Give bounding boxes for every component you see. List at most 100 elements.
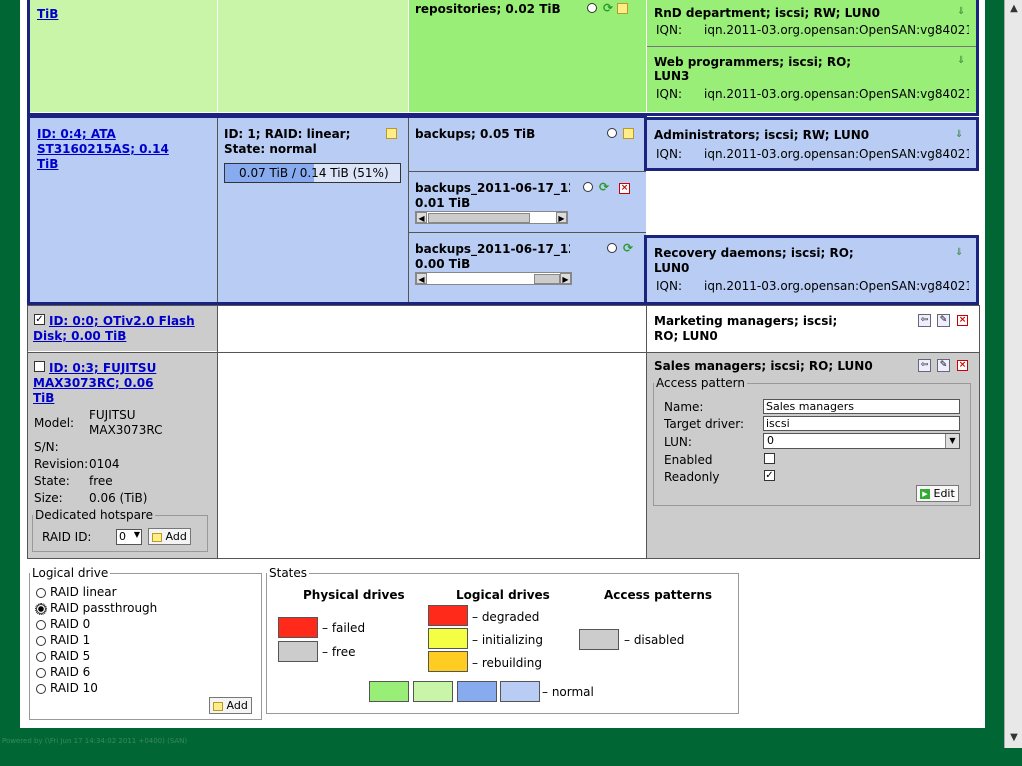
swatch-normal-3 — [457, 681, 497, 702]
iqn-label: IQN: — [656, 279, 683, 293]
raid-option-label: RAID 10 — [50, 681, 98, 695]
legend-free: – free — [322, 645, 356, 659]
logical-drive-add-button[interactable]: Add — [209, 697, 252, 714]
size-label: Size: — [34, 491, 63, 505]
swatch-rebuilding — [428, 651, 468, 672]
ap-sales: Sales managers; iscsi; RO; LUN0 ⇦ ✎ × Ac… — [647, 353, 979, 558]
raid-option-label: RAID 5 — [50, 649, 91, 663]
page-content: TiB repositories; 0.02 TiB ⟳ RnD departm… — [20, 0, 985, 728]
readonly-checkbox[interactable]: ✓ — [764, 470, 775, 481]
size-value: 0.06 (TiB) — [89, 491, 148, 505]
add-label: Add — [165, 530, 187, 543]
swatch-normal-4 — [500, 681, 540, 702]
ap-title-sales: Sales managers; iscsi; RO; LUN0 — [654, 359, 873, 373]
iqn-value: iqn.2011-03.org.opensan:OpenSAN:vg840213… — [704, 147, 969, 161]
edit-icon[interactable]: ✎ — [937, 359, 950, 372]
access-patterns-title: Access patterns — [604, 588, 713, 602]
sn-label: S/N: — [34, 440, 59, 454]
raid-option[interactable]: RAID 10 — [36, 681, 98, 695]
raid-id-label: RAID ID: — [42, 530, 92, 544]
lun-value: 0 — [767, 434, 774, 447]
raid-option-radio[interactable] — [36, 683, 46, 694]
target-driver-input[interactable] — [763, 416, 960, 431]
revision-value: 0104 — [89, 457, 120, 471]
raid-option-radio[interactable] — [36, 651, 46, 662]
legend-failed: – failed — [322, 621, 366, 635]
drive-link-03[interactable]: ID: 0:3; FUJITSU MAX3073RC; 0.06 TiB — [33, 361, 173, 406]
raid-id-value: 0 — [119, 530, 126, 543]
group-frame-04 — [27, 115, 647, 305]
ap-recovery: Recovery daemons; iscsi; RO; LUN0 ⇓ IQN:… — [644, 235, 979, 305]
legend-degraded: – degraded — [472, 610, 540, 624]
legend-normal: – normal — [542, 685, 594, 699]
arrow-down-icon[interactable]: ⇓ — [955, 247, 963, 258]
raid-option-label: RAID linear — [50, 585, 117, 599]
raid-option-radio[interactable] — [36, 619, 46, 630]
swatch-degraded — [428, 605, 468, 626]
lun-label: LUN: — [664, 435, 692, 449]
raid-option[interactable]: RAID 6 — [36, 665, 90, 679]
delete-icon[interactable]: × — [957, 360, 968, 371]
enabled-checkbox[interactable] — [764, 453, 775, 464]
raid-option-radio[interactable] — [36, 667, 46, 678]
logical-drives-title: Logical drives — [456, 588, 550, 602]
hotspare-add-button[interactable]: Add — [148, 528, 191, 545]
legend-disabled: – disabled — [624, 633, 685, 647]
raid-option-label: RAID 0 — [50, 617, 91, 631]
raid-id-select[interactable]: 0 ▼ — [116, 529, 142, 545]
revision-label: Revision: — [34, 457, 89, 471]
access-pattern-legend: Access pattern — [656, 376, 745, 390]
add-icon — [152, 532, 162, 542]
iqn-value: iqn.2011-03.org.opensan:OpenSAN:vg840213… — [704, 279, 969, 293]
raid-option[interactable]: RAID 0 — [36, 617, 90, 631]
raid-option-radio[interactable] — [36, 635, 46, 646]
model-label: Model: — [34, 416, 75, 430]
raid-option-label: RAID 6 — [50, 665, 91, 679]
raid-option-label: RAID passthrough — [50, 601, 158, 615]
drive-cell-00: ✓ ID: 0:0; OTiv2.0 Flash Disk; 0.00 TiB — [27, 306, 217, 351]
legend-initializing: – initializing — [472, 633, 544, 647]
ap-title-admins: Administrators; iscsi; RW; LUN0 — [654, 128, 870, 142]
swatch-normal-2 — [413, 681, 453, 702]
edit-icon[interactable]: ✎ — [937, 314, 950, 327]
states-legend: States — [269, 566, 308, 580]
physical-drives-title: Physical drives — [303, 588, 405, 602]
raid-option-radio[interactable] — [35, 602, 47, 615]
raid-option[interactable]: RAID passthrough — [35, 601, 158, 615]
empty-cell-00 — [218, 306, 646, 351]
scroll-down-icon[interactable]: ▼ — [1007, 731, 1021, 745]
empty-cell-03 — [218, 353, 646, 558]
enabled-label: Enabled — [664, 453, 713, 467]
logical-drive-legend: Logical drive — [32, 566, 109, 580]
unassign-icon[interactable]: ⇦ — [918, 359, 931, 372]
swatch-normal-1 — [369, 681, 409, 702]
name-input[interactable] — [763, 399, 960, 414]
legend-rebuilding: – rebuilding — [472, 656, 542, 670]
unassign-icon[interactable]: ⇦ — [918, 314, 931, 327]
edit-button[interactable]: ▶ Edit — [916, 485, 959, 502]
lun-select[interactable]: 0 ▼ — [763, 433, 960, 449]
state-label: State: — [34, 474, 70, 488]
add-label: Add — [226, 699, 248, 712]
drive-link-00[interactable]: ID: 0:0; OTiv2.0 Flash Disk; 0.00 TiB — [33, 314, 203, 344]
iqn-label: IQN: — [656, 147, 683, 161]
hotspare-legend: Dedicated hotspare — [35, 508, 153, 522]
edit-go-icon: ▶ — [920, 489, 930, 499]
raid-option[interactable]: RAID linear — [36, 585, 117, 599]
chevron-down-icon: ▼ — [133, 530, 140, 539]
ap-title-marketing: Marketing managers; iscsi; RO; LUN0 — [654, 314, 838, 343]
add-icon — [213, 701, 223, 711]
arrow-down-icon[interactable]: ⇓ — [955, 129, 963, 140]
delete-icon[interactable]: × — [957, 315, 968, 326]
raid-option-label: RAID 1 — [50, 633, 91, 647]
swatch-free — [278, 641, 318, 662]
page-scrollbar[interactable]: ▲ ▼ — [1004, 0, 1022, 748]
raid-option-radio[interactable] — [36, 587, 46, 598]
state-value: free — [89, 474, 113, 488]
chevron-down-icon: ▼ — [945, 434, 959, 448]
scroll-up-icon[interactable]: ▲ — [1007, 2, 1021, 16]
ap-administrators: Administrators; iscsi; RW; LUN0 ⇓ IQN: i… — [644, 117, 979, 171]
raid-option[interactable]: RAID 1 — [36, 633, 90, 647]
swatch-failed — [278, 617, 318, 638]
raid-option[interactable]: RAID 5 — [36, 649, 90, 663]
